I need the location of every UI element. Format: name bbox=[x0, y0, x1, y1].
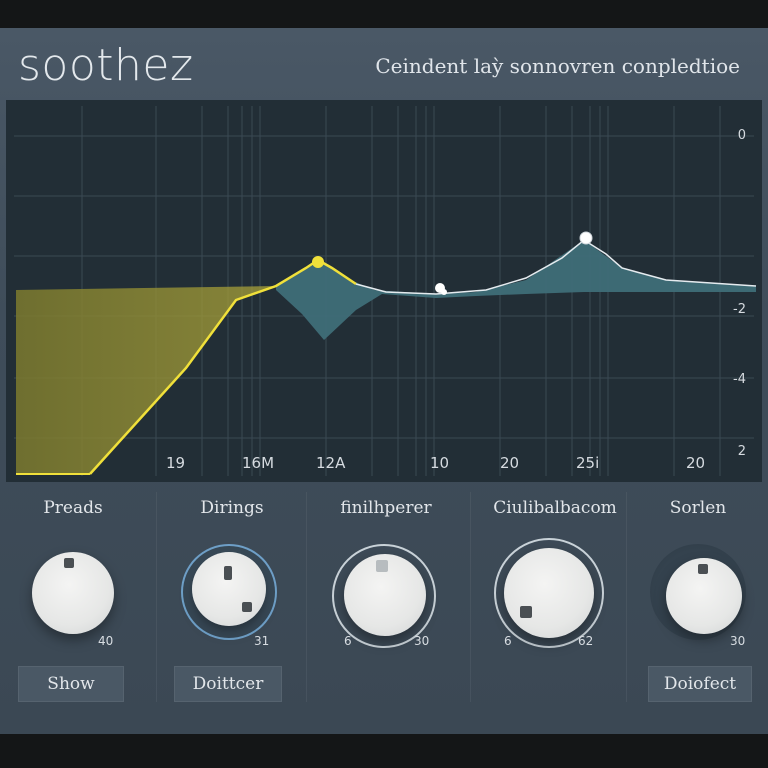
finilhperer-knob[interactable] bbox=[344, 554, 426, 636]
freq-label: 25i bbox=[576, 454, 600, 472]
knob-scale-max: 30 bbox=[414, 634, 430, 648]
module-title: Ciulibalbacom bbox=[493, 498, 617, 518]
doittcer-button[interactable]: Doittcer bbox=[174, 666, 282, 702]
sorlen-knob[interactable] bbox=[666, 558, 742, 634]
eq-node-1[interactable] bbox=[312, 256, 324, 268]
knob-scale-min: 6 bbox=[344, 634, 352, 648]
preads-knob[interactable] bbox=[32, 552, 114, 634]
knob-indicator bbox=[376, 560, 388, 572]
eq-graph[interactable] bbox=[6, 100, 762, 482]
eq-display[interactable] bbox=[6, 100, 762, 482]
module-title: Sorlen bbox=[669, 498, 727, 518]
ciulibalbacom-knob[interactable] bbox=[504, 548, 594, 638]
freq-label: 20 bbox=[686, 454, 706, 472]
module-title: Dirings bbox=[200, 498, 264, 518]
show-button[interactable]: Show bbox=[18, 666, 124, 702]
knob-scale-max: 40 bbox=[98, 634, 114, 648]
divider bbox=[626, 492, 627, 702]
module-sorlen: Sorlen 30 Doiofect bbox=[628, 486, 768, 714]
db-label: 0 bbox=[737, 128, 746, 143]
freq-label: 12A bbox=[316, 454, 346, 472]
db-label: -2 bbox=[733, 302, 746, 317]
knob-scale-max: 62 bbox=[578, 634, 594, 648]
module-ciulibalbacom: Ciulibalbacom 6 62 bbox=[474, 486, 626, 714]
knob-indicator bbox=[224, 566, 232, 580]
plugin-title: soothez bbox=[18, 40, 194, 91]
doiofect-button[interactable]: Doiofect bbox=[648, 666, 752, 702]
module-preads: Preads 40 Show bbox=[0, 486, 152, 714]
freq-label: 20 bbox=[500, 454, 520, 472]
freq-label: 10 bbox=[430, 454, 450, 472]
module-dirings: Dirings 31 Doittcer bbox=[156, 486, 308, 714]
plugin-subtitle: Ceindent laỳ sonnovren conpledtioe bbox=[375, 54, 740, 78]
module-finilhperer: finilhperer 6 30 bbox=[310, 486, 462, 714]
knob-scale-min: 6 bbox=[504, 634, 512, 648]
low-shelf-fill bbox=[16, 286, 276, 474]
module-title: finilhperer bbox=[340, 498, 432, 518]
knob-indicator bbox=[698, 564, 708, 574]
knob-indicator bbox=[242, 602, 252, 612]
divider bbox=[470, 492, 471, 702]
freq-label: 19 bbox=[166, 454, 186, 472]
knob-indicator bbox=[520, 606, 532, 618]
module-title: Preads bbox=[43, 498, 103, 518]
bell-band-2-fill bbox=[276, 240, 756, 340]
knob-indicator bbox=[64, 558, 74, 568]
eq-node-3[interactable] bbox=[579, 231, 593, 245]
dirings-knob[interactable] bbox=[192, 552, 266, 626]
db-label: 2 bbox=[737, 444, 746, 459]
freq-label: 16M bbox=[242, 454, 275, 472]
db-label: -4 bbox=[733, 372, 746, 387]
knob-scale-max: 31 bbox=[254, 634, 270, 648]
knob-scale-max: 30 bbox=[730, 634, 746, 648]
